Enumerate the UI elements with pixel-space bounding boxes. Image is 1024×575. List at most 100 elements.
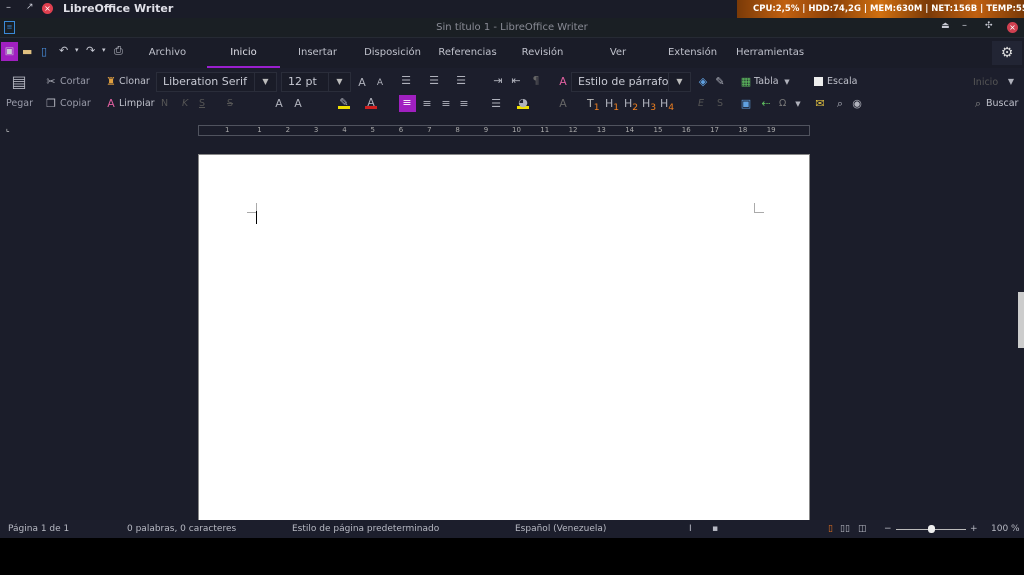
heading4-icon[interactable]: H4 xyxy=(660,98,674,114)
cut-icon[interactable]: ✂ xyxy=(45,76,57,88)
align-left-button[interactable]: ≡ xyxy=(399,95,416,112)
strong-button[interactable]: S xyxy=(717,97,723,111)
minimize-icon[interactable]: – xyxy=(962,20,967,31)
tab-revision[interactable]: Revisión xyxy=(515,38,570,68)
copy-button[interactable]: Copiar xyxy=(60,97,91,111)
zoom-in-icon[interactable]: + xyxy=(970,520,978,538)
align-right-icon[interactable]: ≡ xyxy=(440,98,452,110)
special-char-dropdown-icon[interactable]: ▼ xyxy=(792,98,804,110)
style-icon[interactable]: A xyxy=(557,76,569,88)
title-style-icon[interactable]: T1 xyxy=(587,98,600,114)
strikethrough-button[interactable]: S xyxy=(227,97,233,111)
zoom-out-icon[interactable]: − xyxy=(884,520,892,538)
italic-button[interactable]: K xyxy=(182,97,188,111)
bullet-list-icon[interactable]: ☰ xyxy=(400,75,412,87)
page-style[interactable]: Estilo de página predeterminado xyxy=(292,520,439,538)
superscript-icon[interactable]: A xyxy=(292,98,304,110)
numbered-list-icon[interactable]: ☰ xyxy=(428,75,440,87)
redo-dropdown-icon[interactable]: ▾ xyxy=(102,46,106,54)
save-icon[interactable]: ▯ xyxy=(41,45,47,58)
language[interactable]: Español (Venezuela) xyxy=(515,520,606,538)
maximize-icon[interactable]: ↗ xyxy=(26,2,34,12)
emphasis-button[interactable]: E xyxy=(698,97,704,111)
table-dropdown-icon[interactable]: ▼ xyxy=(781,76,793,88)
page-break-icon[interactable]: ⇠ xyxy=(760,98,772,110)
clear-format-icon[interactable]: A xyxy=(105,98,117,110)
grow-font-icon[interactable]: A xyxy=(356,77,368,89)
tab-insertar[interactable]: Insertar xyxy=(290,38,345,68)
new-style-icon[interactable]: ✎ xyxy=(714,76,726,88)
insert-image-icon[interactable]: ▣ xyxy=(740,98,752,110)
tab-inicio[interactable]: Inicio xyxy=(207,38,280,68)
book-view-icon[interactable]: ◫ xyxy=(858,520,867,538)
sidebar-toggle-handle[interactable] xyxy=(1018,292,1024,348)
highlight-color-icon[interactable]: ✎ xyxy=(338,97,350,109)
zoom-slider-thumb[interactable] xyxy=(928,525,935,533)
multi-page-view-icon[interactable]: ▯▯ xyxy=(840,520,850,538)
close-icon[interactable]: × xyxy=(42,3,53,14)
paste-button[interactable]: Pegar xyxy=(6,97,33,111)
font-size-combo[interactable]: 12 pt ▼ xyxy=(281,72,351,92)
find-button[interactable]: Buscar xyxy=(986,97,1018,111)
special-character-button[interactable]: Ω xyxy=(779,97,786,111)
clear-button[interactable]: Limpiar xyxy=(119,97,155,111)
cut-button[interactable]: Cortar xyxy=(60,75,90,89)
paste-icon[interactable]: ▤ xyxy=(11,74,27,92)
formatting-marks-icon[interactable]: ¶ xyxy=(530,75,542,87)
document-page[interactable] xyxy=(198,154,810,524)
navigator-icon[interactable]: ◉ xyxy=(851,98,863,110)
default-style-icon[interactable]: A xyxy=(557,98,569,110)
open-folder-icon[interactable]: ▬ xyxy=(22,45,32,58)
single-page-view-icon[interactable]: ▯ xyxy=(828,520,833,538)
tab-extension[interactable]: Extensión xyxy=(665,38,720,68)
background-color-icon[interactable]: ◕ xyxy=(517,97,529,109)
copy-icon[interactable]: ❐ xyxy=(45,98,57,110)
scale-checkbox[interactable] xyxy=(814,77,823,86)
line-spacing-icon[interactable]: ☰ xyxy=(490,98,502,110)
align-center-icon[interactable]: ≡ xyxy=(421,98,433,110)
heading2-icon[interactable]: H2 xyxy=(624,98,638,114)
undo-icon[interactable]: ↶ xyxy=(59,44,68,57)
print-icon[interactable]: ⎙ xyxy=(114,44,123,58)
tab-disposicion[interactable]: Disposición xyxy=(360,38,425,68)
tab-referencias[interactable]: Referencias xyxy=(435,38,500,68)
clone-icon[interactable]: ♜ xyxy=(105,76,117,88)
decrease-indent-icon[interactable]: ⇤ xyxy=(510,75,522,87)
clone-button[interactable]: Clonar xyxy=(119,75,150,89)
paragraph-style-combo[interactable]: Estilo de párrafo ▼ xyxy=(571,72,691,92)
tab-herramientas[interactable]: Herramientas xyxy=(735,38,805,68)
close-icon[interactable]: × xyxy=(1007,22,1018,33)
minimize-icon[interactable]: – xyxy=(6,2,11,13)
tab-stop-icon[interactable]: ⌞ xyxy=(6,124,10,133)
update-style-icon[interactable]: ◈ xyxy=(697,76,709,88)
redo-icon[interactable]: ↷ xyxy=(86,44,95,57)
justify-icon[interactable]: ≡ xyxy=(458,98,470,110)
comment-icon[interactable]: ✉ xyxy=(814,98,826,110)
increase-indent-icon[interactable]: ⇥ xyxy=(492,75,504,87)
context-selector[interactable]: Inicio xyxy=(973,76,998,90)
shade-icon[interactable]: ⏏ xyxy=(941,21,950,31)
subscript-icon[interactable]: A xyxy=(273,98,285,110)
page-count[interactable]: Página 1 de 1 xyxy=(8,520,69,538)
maximize-icon[interactable]: ✣ xyxy=(985,21,993,31)
chevron-down-icon[interactable]: ▼ xyxy=(1005,76,1017,88)
underline-button[interactable]: S xyxy=(199,97,205,111)
heading1-icon[interactable]: H1 xyxy=(605,98,619,114)
bold-button[interactable]: N xyxy=(161,97,168,111)
outline-list-icon[interactable]: ☰ xyxy=(455,75,467,87)
chevron-down-icon[interactable]: ▼ xyxy=(328,73,350,91)
zoom-level[interactable]: 100 % xyxy=(991,520,1020,538)
search-icon[interactable]: ⌕ xyxy=(972,98,984,110)
tab-ver[interactable]: Ver xyxy=(600,38,636,68)
find-replace-icon[interactable]: ⌕ xyxy=(834,98,846,110)
tab-archivo[interactable]: Archivo xyxy=(140,38,195,68)
heading3-icon[interactable]: H3 xyxy=(642,98,656,114)
new-document-icon[interactable]: ▣ xyxy=(1,42,18,61)
settings-gear-icon[interactable]: ⚙ xyxy=(992,41,1022,65)
undo-dropdown-icon[interactable]: ▾ xyxy=(75,46,79,54)
table-icon[interactable]: ▦ xyxy=(740,76,752,88)
chevron-down-icon[interactable]: ▼ xyxy=(254,73,276,91)
chevron-down-icon[interactable]: ▼ xyxy=(668,73,690,91)
table-button[interactable]: Tabla xyxy=(754,75,779,89)
insert-mode-icon[interactable]: I xyxy=(689,520,692,538)
